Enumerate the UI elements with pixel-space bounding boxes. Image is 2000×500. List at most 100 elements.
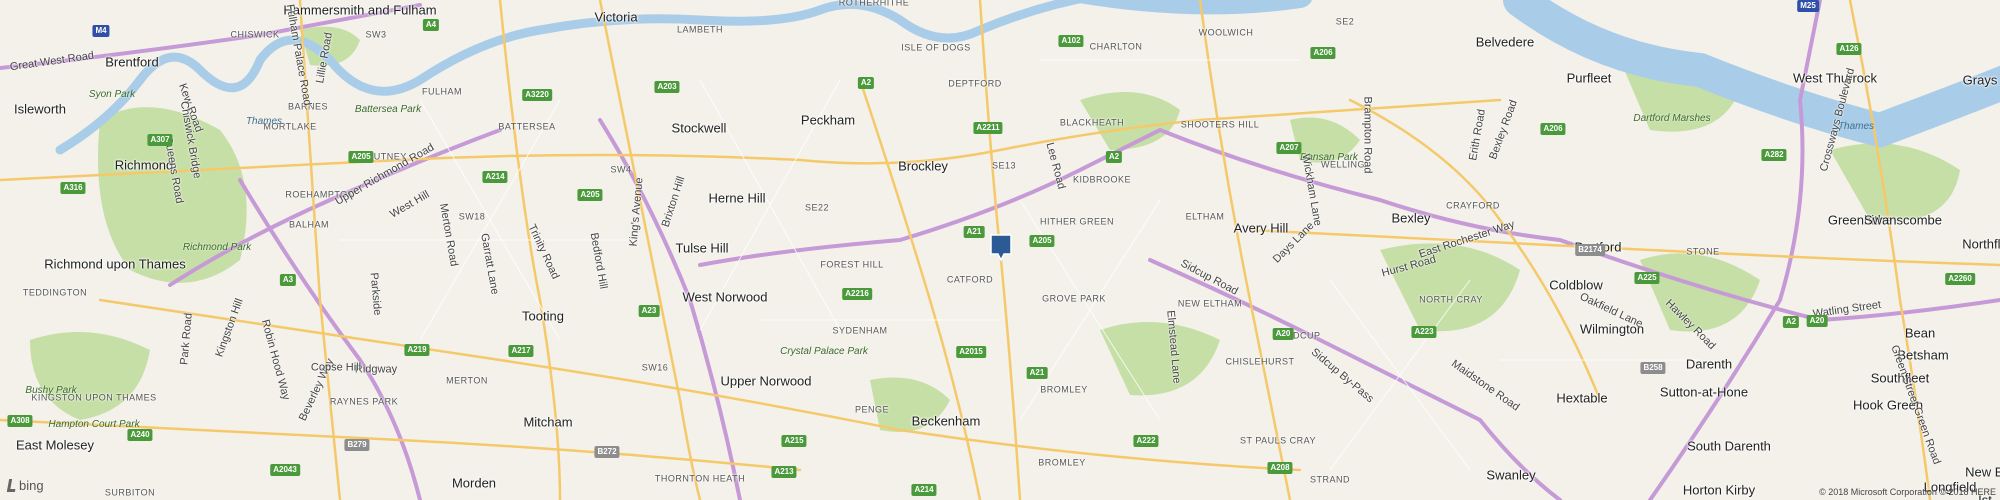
road-shield-a2211: A2211 (973, 122, 1003, 134)
town-label: Morden (451, 475, 497, 491)
town-label: Isleworth (13, 101, 67, 117)
town-label: Victoria (594, 9, 638, 25)
district-label: THORNTON HEATH (654, 473, 746, 484)
road-shield-a240: A240 (127, 429, 153, 441)
district-label: FOREST HILL (820, 259, 884, 270)
town-label: Richmond upon Thames (44, 256, 186, 272)
road-shield-a214: A214 (911, 484, 937, 496)
town-label: Brockley (898, 158, 948, 174)
town-label: Tulse Hill (675, 240, 729, 256)
district-label: LAMBETH (676, 24, 724, 35)
district-label: SE2 (1335, 16, 1355, 27)
town-label: West Norwood (682, 289, 768, 305)
road-shield-b279: B279 (344, 439, 370, 451)
district-label: STONE (1686, 246, 1720, 257)
district-label: BROMLEY (1040, 384, 1088, 395)
road-shield-a219: A219 (404, 344, 430, 356)
road-shield-m4: M4 (92, 25, 110, 37)
town-label: Purfleet (1566, 70, 1612, 86)
town-label: Peckham (800, 112, 856, 128)
district-label: FULHAM (421, 86, 463, 97)
road-shield-a20: A20 (1806, 315, 1828, 327)
road-shield-a222: A222 (1133, 435, 1159, 447)
district-label: MERTON (446, 375, 488, 386)
road-shield-a308: A308 (7, 415, 33, 427)
district-label: NORTH CRAY (1419, 294, 1483, 305)
district-label: RAYNES PARK (329, 396, 399, 407)
town-label: Hextable (1556, 390, 1608, 406)
road-shield-a2043: A2043 (270, 464, 300, 476)
road-shield-a205: A205 (1029, 235, 1055, 247)
road-shield-a307: A307 (147, 134, 173, 146)
district-label: SW16 (641, 362, 669, 373)
road-shield-a205: A205 (348, 151, 374, 163)
town-label: Richmond (114, 157, 174, 173)
park-label: Crystal Palace Park (780, 346, 868, 357)
town-label: South Darenth (1687, 438, 1771, 454)
water-label: Thames (245, 116, 283, 127)
road-label: Parkside (367, 272, 384, 316)
road-shield-a282: A282 (1761, 149, 1787, 161)
road-label: Brampton Road (1361, 96, 1374, 174)
district-label: DEPTFORD (948, 78, 1002, 89)
district-label: ELTHAM (1185, 211, 1225, 222)
road-shield-a20: A20 (1272, 328, 1294, 340)
road-shield-a102: A102 (1058, 35, 1084, 47)
district-label: SW4 (610, 164, 632, 175)
district-label: CHISLEHURST (1225, 356, 1295, 367)
town-label: West Thurrock (1792, 70, 1878, 86)
road-shield-a2216: A2216 (842, 288, 872, 300)
bing-logo[interactable]: bing (6, 478, 44, 493)
location-pin-icon[interactable] (990, 234, 1012, 262)
district-label: BALHAM (288, 219, 330, 230)
town-label: East Molesey (15, 437, 95, 453)
town-label: Swanley (1486, 467, 1536, 483)
district-label: BATTERSEA (498, 121, 556, 132)
road-shield-a214: A214 (482, 171, 508, 183)
district-label: ROTHERHITHE (838, 0, 910, 8)
district-label: SHOOTERS HILL (1180, 119, 1260, 130)
road-label: Ridgway (354, 363, 398, 376)
town-label: Herne Hill (708, 190, 766, 206)
road-shield-a2015: A2015 (956, 346, 986, 358)
district-label: PENGE (854, 404, 890, 415)
road-shield-a3: A3 (279, 274, 297, 286)
district-label: SE22 (804, 202, 830, 213)
district-label: CRAYFORD (1446, 200, 1500, 211)
district-label: SURBITON (104, 487, 156, 498)
water-label: Thames (1837, 121, 1875, 132)
map-copyright: © 2018 Microsoft Corporation © 2018 HERE (1819, 487, 1996, 497)
district-label: NEW ELTHAM (1177, 298, 1243, 309)
road-label: Copse Hill (310, 361, 362, 374)
park-label: Richmond Park (182, 242, 252, 253)
road-shield-a225: A225 (1634, 272, 1660, 284)
road-shield-a4: A4 (422, 19, 440, 31)
town-label: Brentford (105, 54, 159, 70)
park-label: Syon Park (88, 89, 136, 100)
road-shield-a2260: A2260 (1945, 273, 1975, 285)
district-label: KIDBROOKE (1072, 174, 1132, 185)
town-label: Stockwell (671, 120, 727, 136)
road-shield-a21: A21 (963, 226, 985, 238)
town-label: Bean (1904, 325, 1936, 341)
town-label: Beckenham (911, 413, 981, 429)
district-label: HITHER GREEN (1039, 216, 1115, 227)
town-label: Hammersmith and Fulham (283, 2, 437, 18)
town-label: Tooting (522, 308, 564, 324)
road-shield-a206: A206 (1540, 123, 1566, 135)
road-shield-a316: A316 (60, 182, 86, 194)
district-label: CHARLTON (1089, 41, 1143, 52)
town-label: Darenth (1685, 356, 1733, 372)
road-shield-a205: A205 (577, 189, 603, 201)
town-label: Sutton-at-Hone (1659, 384, 1749, 400)
district-label: SYDENHAM (832, 325, 888, 336)
road-shield-a21: A21 (1026, 367, 1048, 379)
town-label: Swanscombe (1863, 212, 1943, 228)
river-thames (55, 0, 2000, 155)
district-label: ISLE OF DOGS (901, 42, 971, 53)
town-label: New Bar (1965, 464, 2000, 480)
town-label: Upper Norwood (720, 373, 812, 389)
map-canvas[interactable]: Hammersmith and Fulham Victoria Brentford I… (0, 0, 2000, 500)
road-shield-b272: B272 (594, 446, 620, 458)
district-label: TEDDINGTON (22, 287, 88, 298)
